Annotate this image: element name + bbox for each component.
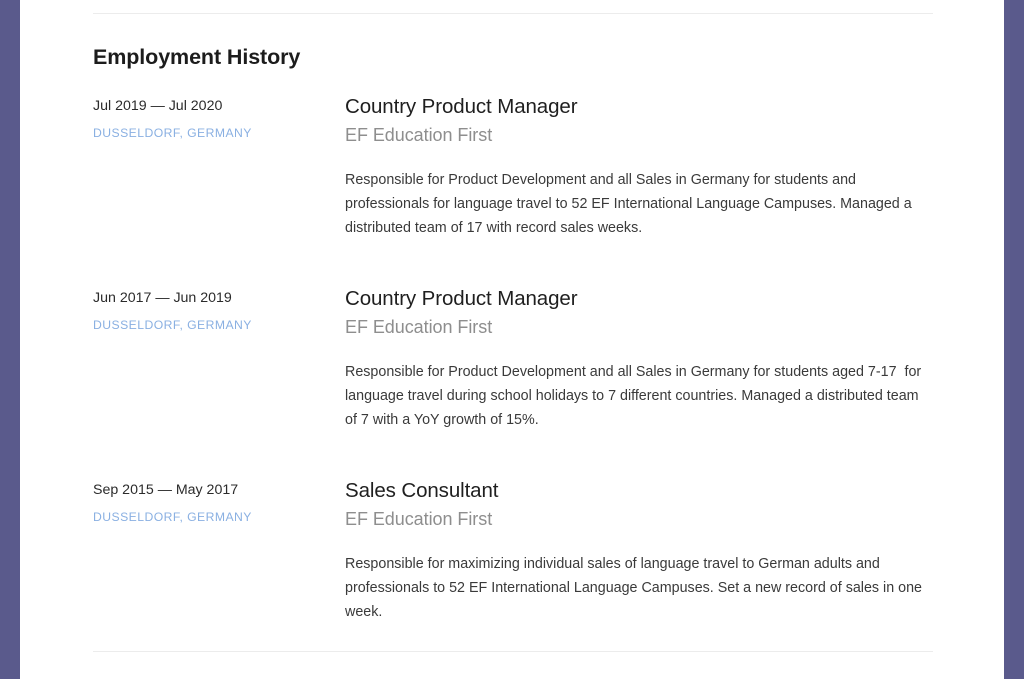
employment-description: Responsible for Product Development and … <box>345 171 916 236</box>
employment-entry-body: Country Product Manager EF Education Fir… <box>345 286 933 432</box>
employment-dates: Sep 2015 — May 2017 <box>93 481 239 498</box>
employment-location[interactable]: DUSSELDORF, GERMANY <box>93 317 345 334</box>
employment-entry-body: Sales Consultant EF Education First Resp… <box>345 478 933 624</box>
resume-content: Employment History Jul 2019 — Jul 2020 D… <box>93 0 933 652</box>
employment-entry: Jun 2017 — Jun 2019 DUSSELDORF, GERMANY … <box>93 286 933 432</box>
employment-entry-meta: Jun 2017 — Jun 2019 DUSSELDORF, GERMANY <box>93 286 345 334</box>
page-title: Employment History <box>93 45 301 69</box>
employment-description: Responsible for maximizing individual sa… <box>345 555 926 620</box>
resume-page: Employment History Jul 2019 — Jul 2020 D… <box>20 0 1004 679</box>
employment-entry: Sep 2015 — May 2017 DUSSELDORF, GERMANY … <box>93 478 933 624</box>
employment-role-title: Country Product Manager <box>345 94 578 118</box>
employment-history-list: Jul 2019 — Jul 2020 DUSSELDORF, GERMANY … <box>93 94 933 624</box>
section-divider-top <box>93 13 933 14</box>
employment-entry-body: Country Product Manager EF Education Fir… <box>345 94 933 240</box>
employment-role-title: Sales Consultant <box>345 478 499 502</box>
employment-dates: Jun 2017 — Jun 2019 <box>93 289 232 306</box>
employment-entry-meta: Jul 2019 — Jul 2020 DUSSELDORF, GERMANY <box>93 94 345 142</box>
employment-role-title: Country Product Manager <box>345 286 578 310</box>
employment-location[interactable]: DUSSELDORF, GERMANY <box>93 509 345 526</box>
employment-dates: Jul 2019 — Jul 2020 <box>93 97 223 114</box>
employment-company-name: EF Education First <box>345 317 493 338</box>
employment-company-name: EF Education First <box>345 509 493 530</box>
section-divider-bottom <box>93 650 933 652</box>
employment-entry-meta: Sep 2015 — May 2017 DUSSELDORF, GERMANY <box>93 478 345 526</box>
employment-entry: Jul 2019 — Jul 2020 DUSSELDORF, GERMANY … <box>93 94 933 240</box>
employment-company-name: EF Education First <box>345 125 493 146</box>
employment-description: Responsible for Product Development and … <box>345 363 926 428</box>
employment-location[interactable]: DUSSELDORF, GERMANY <box>93 125 345 142</box>
